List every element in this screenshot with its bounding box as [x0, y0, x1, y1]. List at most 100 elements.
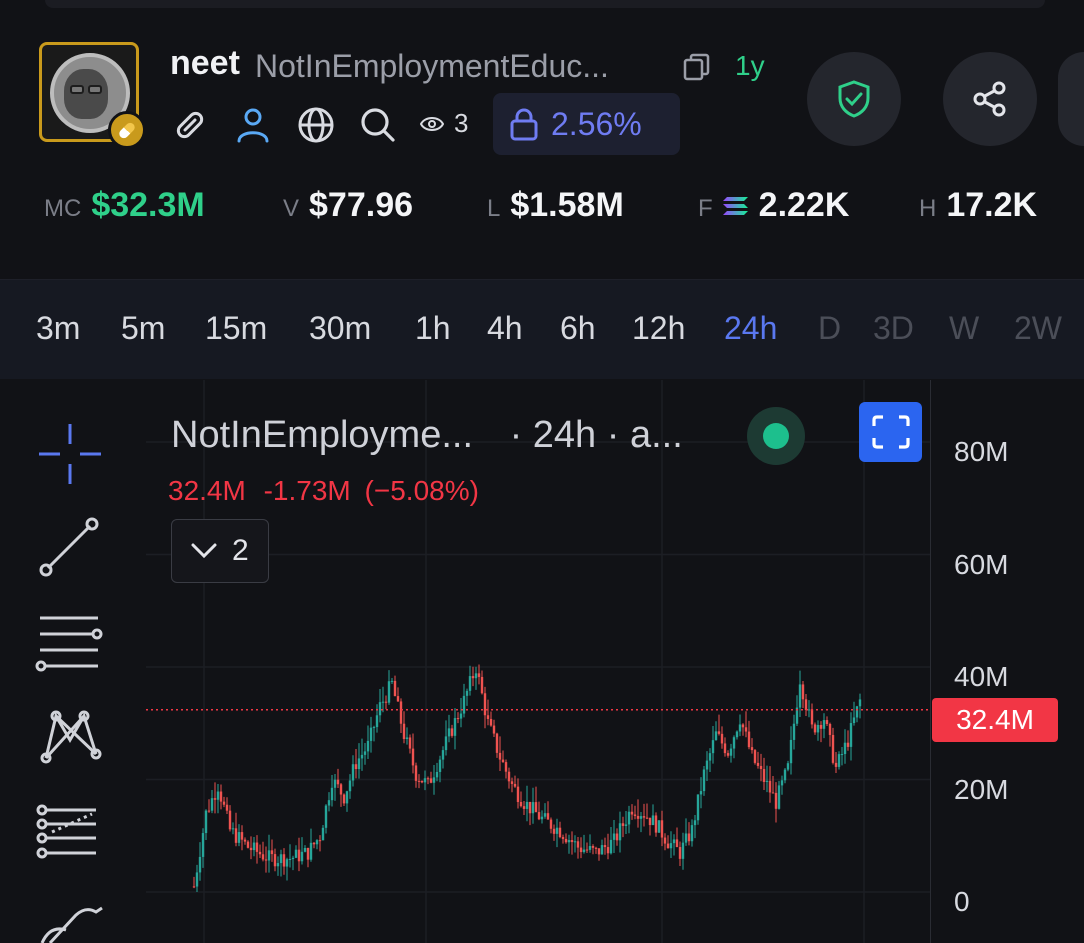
- candle-body: [636, 815, 640, 819]
- candle-body: [765, 780, 769, 782]
- legend-values: 32.4M -1.73M (−5.08%): [168, 475, 479, 507]
- candle-body: [225, 804, 229, 811]
- candle-body: [807, 709, 811, 711]
- candle-body: [546, 813, 550, 820]
- candle-body: [609, 839, 613, 854]
- fullscreen-button[interactable]: [859, 402, 922, 462]
- candle-body: [339, 784, 343, 795]
- candle-body: [345, 791, 349, 804]
- legend-change-pct: (−5.08%): [364, 475, 479, 506]
- trend-line-icon[interactable]: [39, 517, 99, 577]
- candle-body: [693, 820, 697, 826]
- candle-body: [441, 750, 445, 760]
- candle-body: [663, 837, 667, 844]
- brush-icon[interactable]: [40, 906, 103, 943]
- security-button[interactable]: [807, 52, 901, 146]
- candle-body: [321, 827, 325, 841]
- drawing-toolbar: [35, 424, 103, 943]
- candle-body: [318, 840, 322, 842]
- candle-body: [495, 733, 499, 753]
- timeframe-3m[interactable]: 3m: [36, 310, 80, 347]
- timeframe-W[interactable]: W: [949, 310, 979, 347]
- timeframe-1h[interactable]: 1h: [415, 310, 451, 347]
- candle-body: [201, 833, 205, 857]
- candle-body: [363, 751, 367, 755]
- candle-body: [267, 850, 271, 861]
- candle-body: [528, 801, 532, 814]
- price-axis: 80M 60M 40M 20M 0 32.4M: [930, 380, 1084, 943]
- candle-body: [381, 701, 385, 703]
- candle-body: [729, 748, 733, 756]
- timeframe-2W[interactable]: 2W: [1014, 310, 1062, 347]
- candle-body: [747, 731, 751, 748]
- candle-body: [534, 802, 538, 813]
- candle-body: [825, 720, 829, 724]
- user-icon[interactable]: [233, 105, 273, 145]
- candle-body: [258, 851, 262, 855]
- share-button[interactable]: [943, 52, 1037, 146]
- candle-body: [597, 848, 601, 855]
- globe-icon[interactable]: [296, 105, 336, 145]
- candle-body: [525, 801, 529, 809]
- crosshair-icon[interactable]: [39, 424, 101, 484]
- candle-body: [303, 847, 307, 852]
- candle-body: [471, 676, 475, 679]
- candle-body: [372, 727, 376, 729]
- candle-body: [789, 739, 793, 764]
- more-button-partial[interactable]: [1058, 52, 1084, 146]
- axis-tick-label: 0: [954, 886, 970, 917]
- candle-body: [261, 854, 265, 860]
- market-status-indicator[interactable]: [747, 407, 805, 465]
- timeframe-3D[interactable]: 3D: [873, 310, 914, 347]
- candle-body: [462, 695, 466, 714]
- candle-body: [750, 747, 754, 751]
- candle-body: [606, 847, 610, 854]
- candle-body: [648, 817, 652, 826]
- candle-body: [336, 779, 340, 785]
- candle-body: [651, 815, 655, 826]
- candle-body: [576, 841, 580, 848]
- lock-icon: [510, 108, 538, 141]
- timeframe-5m[interactable]: 5m: [121, 310, 165, 347]
- candle-body: [711, 740, 715, 754]
- timeframe-4h[interactable]: 4h: [487, 310, 523, 347]
- views-counter: 3: [420, 108, 468, 139]
- link-icon[interactable]: [170, 105, 210, 145]
- candle-body: [759, 765, 763, 770]
- candle-body: [720, 733, 724, 744]
- candle-body: [618, 823, 622, 841]
- candle-body: [726, 753, 730, 756]
- lock-badge[interactable]: 2.56%: [493, 93, 680, 155]
- fib-icon[interactable]: [36, 804, 96, 859]
- axis-tick-label: 20M: [954, 773, 1009, 805]
- candle-body: [333, 779, 337, 788]
- candle-body: [813, 724, 817, 733]
- candle-body: [810, 709, 814, 725]
- timeframe-15m[interactable]: 15m: [205, 310, 267, 347]
- pattern-icon[interactable]: [40, 710, 102, 764]
- candle-body: [633, 814, 637, 816]
- stat-market-cap: MC $32.3M: [44, 186, 205, 224]
- timeframe-12h[interactable]: 12h: [632, 310, 685, 347]
- candle-body: [405, 737, 409, 740]
- candle-body: [675, 839, 679, 848]
- token-age: 1y: [735, 50, 765, 81]
- candle-body: [450, 728, 454, 736]
- timeframe-24h[interactable]: 24h: [724, 310, 777, 347]
- candle-body: [357, 758, 361, 770]
- candle-body: [756, 762, 760, 766]
- timeframe-6h[interactable]: 6h: [560, 310, 596, 347]
- candle-body: [819, 724, 823, 729]
- candle-body: [198, 856, 202, 873]
- candle-body: [285, 859, 289, 867]
- timeframe-D[interactable]: D: [818, 310, 841, 347]
- price-chart[interactable]: [146, 380, 930, 943]
- candle-body: [846, 742, 850, 747]
- horizontal-lines-icon[interactable]: [35, 616, 103, 672]
- legend-symbol: NotInEmployme...: [171, 414, 473, 456]
- indicators-collapse-button[interactable]: 2: [171, 519, 269, 583]
- search-icon[interactable]: [358, 105, 398, 145]
- candle-body: [696, 794, 700, 821]
- copy-icon[interactable]: [682, 52, 712, 82]
- timeframe-30m[interactable]: 30m: [309, 310, 371, 347]
